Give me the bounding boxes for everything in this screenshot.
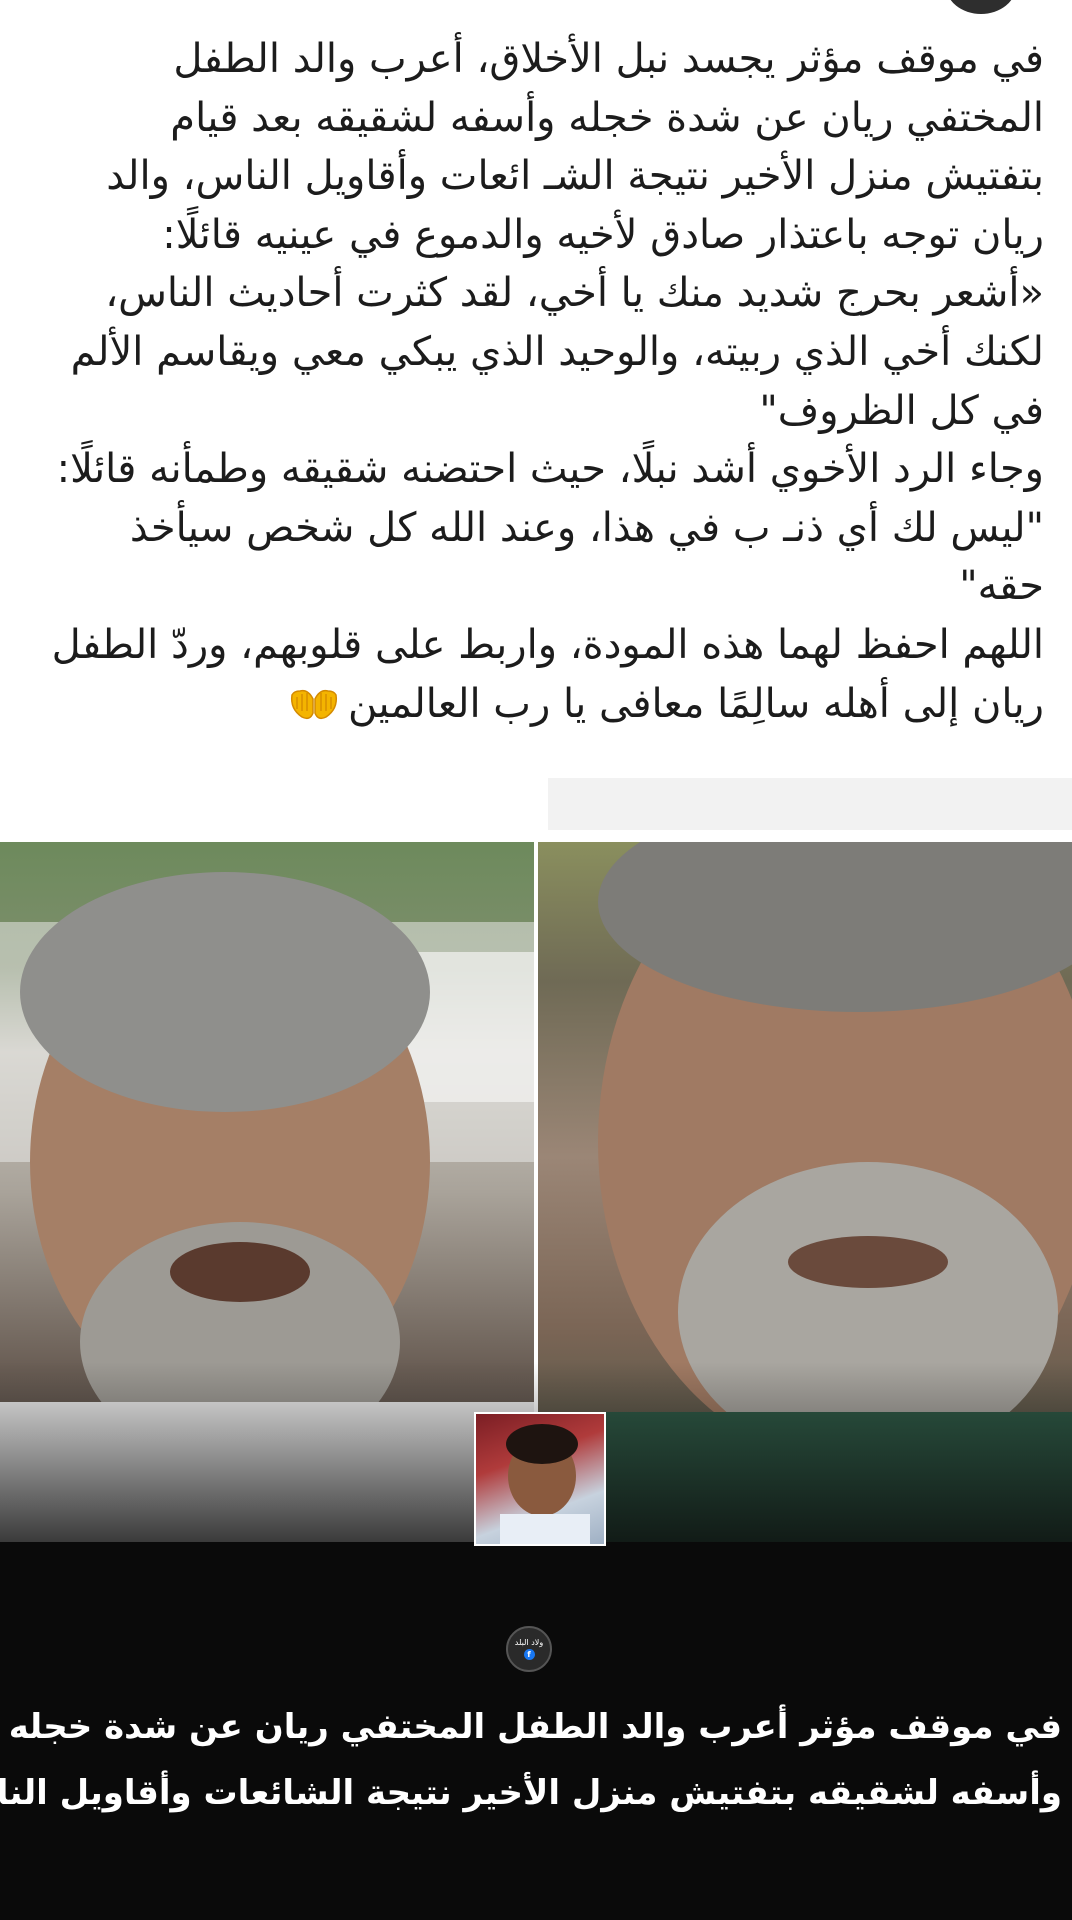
channel-logo[interactable]: ولاد البلد f — [506, 1626, 552, 1672]
image-caption: في موقف مؤثر أعرب والد الطفل المختفي ريا… — [0, 1694, 1062, 1826]
channel-logo-text: ولاد البلد — [514, 1638, 544, 1647]
post-paragraph-last: اللهم احفظ لهما هذه المودة، واربط على قل… — [48, 616, 1044, 733]
post-paragraph: «أشعر بحرج شديد منك يا أخي، لقد كثرت أحا… — [70, 270, 1044, 434]
see-more-overlay[interactable] — [548, 778, 1072, 830]
text-fade — [0, 770, 548, 830]
post-paragraph: "ليس لك أي ذنـ ب في هذا، وعند الله كل شخ… — [129, 504, 1044, 610]
post-paragraph: في موقف مؤثر يجسد نبل الأخلاق، أعرب والد… — [106, 36, 1044, 258]
post-paragraph: وجاء الرد الأخوي أشد نبلًا، حيث احتضنه ش… — [56, 446, 1044, 493]
caption-line: في موقف مؤثر أعرب والد الطفل المختفي ريا… — [8, 1707, 1062, 1747]
palms-up-together-icon — [288, 681, 340, 721]
post-paragraph: اللهم احفظ لهما هذه المودة، واربط على قل… — [51, 621, 1044, 727]
caption-line: وأسفه لشقيقه بتفتيش منزل الأخير نتيجة ال… — [0, 1773, 1062, 1813]
profile-avatar[interactable] — [946, 0, 1016, 14]
child-photo — [474, 1412, 606, 1546]
post-image[interactable]: ولاد البلد f في موقف مؤثر أعرب والد الطف… — [0, 842, 1072, 1920]
post-text: في موقف مؤثر يجسد نبل الأخلاق، أعرب والد… — [48, 30, 1044, 733]
facebook-icon: f — [523, 1649, 535, 1660]
